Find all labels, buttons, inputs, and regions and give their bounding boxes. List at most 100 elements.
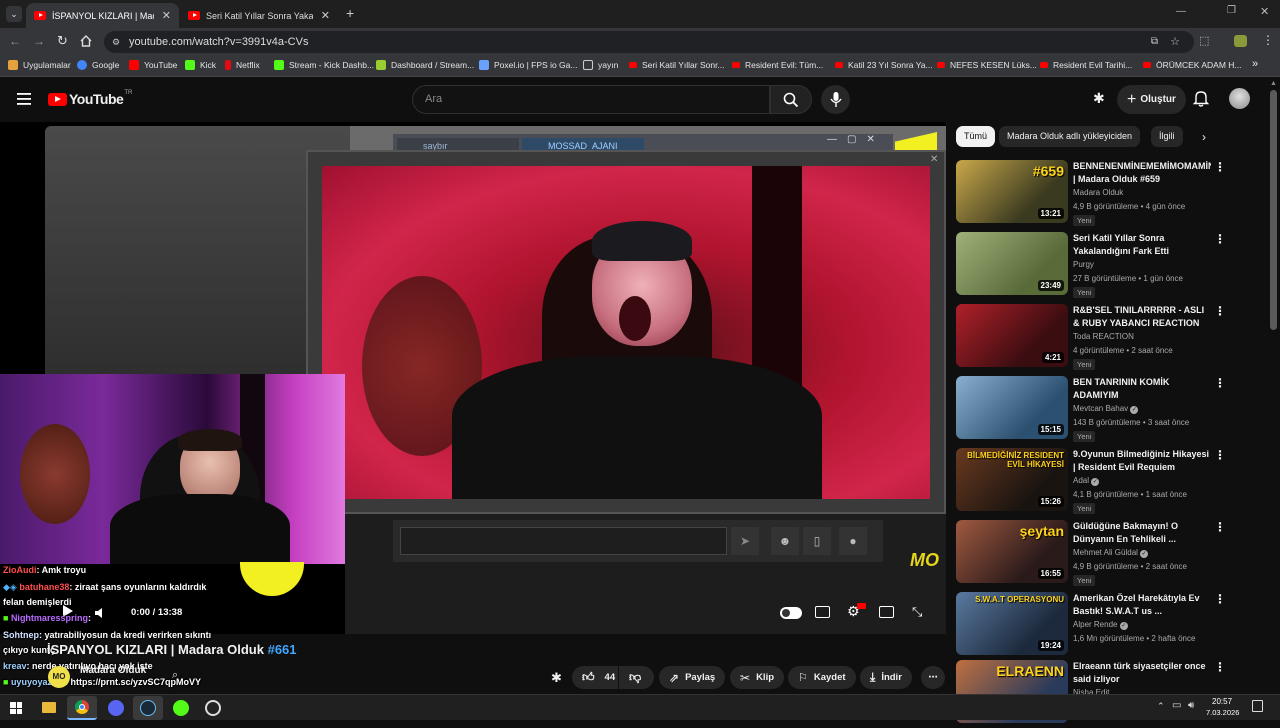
dislike-button[interactable]: 👎︎ (619, 666, 654, 689)
recommendation-title[interactable]: Elraeann türk siyasetçiler once said izl… (1073, 660, 1211, 686)
xbox-icon[interactable] (173, 700, 189, 716)
more-options-icon[interactable]: ⋮ (1214, 520, 1226, 534)
more-options-icon[interactable]: ⋮ (1214, 232, 1226, 246)
bookmark-item[interactable]: Resident Evil: Tüm... (732, 60, 823, 70)
save-button[interactable]: ⚐ Kaydet (788, 666, 856, 689)
profile-extension-icon[interactable] (1234, 35, 1247, 47)
fullscreen-icon[interactable]: ⤡ (912, 604, 922, 620)
recommendation-item[interactable]: 15:15 BEN TANRININ KOMİK ADAMIYIM Mevtcan … (956, 376, 1226, 444)
clock-date[interactable]: 7.03.2026 (1206, 708, 1239, 717)
more-options-icon[interactable]: ⋮ (1214, 660, 1226, 674)
recommendation-channel[interactable]: Adal ✓ (1073, 476, 1100, 486)
party-popper-icon[interactable]: ✱ (1093, 90, 1105, 107)
bookmark-item[interactable]: Netflix (225, 60, 260, 70)
video-player[interactable]: saybır MOSSAD_AJANI —▢✕ ✕ ➤ ☻ ▯ ● MO 0:0… (0, 122, 946, 634)
scroll-up-arrow-icon[interactable]: ▲ (1270, 80, 1277, 87)
page-scrollbar[interactable] (1270, 90, 1277, 330)
recommendation-title[interactable]: Amerikan Özel Harekâtıyla Ev Bastık! S.W… (1073, 592, 1211, 618)
more-actions-button[interactable]: ⋯ (921, 666, 945, 689)
install-app-icon[interactable]: ⧉ (1151, 31, 1158, 53)
bookmark-item[interactable]: Poxel.io | FPS io Ga... (479, 60, 577, 70)
extensions-icon[interactable]: ⬚ (1199, 34, 1209, 47)
recommendation-title[interactable]: 9.Oyunun Bilmediğiniz Hikayesi | Residen… (1073, 448, 1211, 474)
bookmark-item[interactable]: YouTube (129, 60, 177, 70)
forward-arrow-icon[interactable]: → (33, 34, 45, 48)
network-icon[interactable]: ▭ (1172, 700, 1181, 711)
bookmark-star-icon[interactable]: ☆ (1170, 31, 1180, 53)
more-options-icon[interactable]: ⋮ (1214, 160, 1226, 174)
like-button[interactable]: 👍︎ 44 (572, 666, 618, 689)
tab-youtube-active[interactable]: İSPANYOL KIZLARI | Madara Olduk #661 - Y… (26, 3, 179, 28)
notification-center-icon[interactable] (1252, 700, 1263, 712)
bookmark-item[interactable]: Dashboard / Stream... (376, 60, 474, 70)
youtube-logo[interactable]: YouTube TR (48, 90, 132, 107)
video-thumbnail[interactable]: BİLMEDİĞİNİZ RESIDENT EVİL HİKAYESİ 15:26 (956, 448, 1068, 511)
bookmark-item[interactable]: yayın (583, 60, 618, 70)
reload-icon[interactable]: ↻ (57, 33, 68, 49)
channel-bell-icon[interactable]: ⌕ (172, 669, 178, 682)
video-thumbnail[interactable]: şeytan 16:55 (956, 520, 1068, 583)
recommendation-item[interactable]: BİLMEDİĞİNİZ RESIDENT EVİL HİKAYESİ 15:26… (956, 448, 1226, 516)
site-info-icon[interactable]: ⚙ (112, 31, 120, 53)
recommendation-channel[interactable]: Toda REACTION (1073, 332, 1134, 341)
tab-youtube-second[interactable]: Seri Katil Yıllar Sonra Yakalandığı... ✕ (180, 3, 338, 28)
recommendation-item[interactable]: şeytan 16:55 Güldüğüne Bakmayın! O Dünyanı… (956, 520, 1226, 588)
channel-avatar[interactable]: MO (48, 666, 70, 688)
new-tab-button[interactable]: + (346, 5, 354, 21)
bookmark-item[interactable]: Resident Evil Tarihi... (1040, 60, 1132, 70)
back-arrow-icon[interactable]: ← (9, 34, 21, 48)
restore-window-icon[interactable]: ❐ (1227, 5, 1236, 16)
browser-menu-icon[interactable]: ⋮ (1262, 33, 1274, 47)
recommendation-item[interactable]: 4:21 R&B'SEL TINILARRRRR - ASLI & RUBY YA… (956, 304, 1226, 372)
search-input[interactable]: Ara (412, 85, 770, 114)
recommendation-title[interactable]: BEN TANRININ KOMİK ADAMIYIM (1073, 376, 1211, 402)
party-popper-icon[interactable]: ✱ (551, 670, 562, 686)
recommendation-channel[interactable]: Mehmet Ali Güldal ✓ (1073, 548, 1149, 558)
more-options-icon[interactable]: ⋮ (1214, 376, 1226, 390)
more-options-icon[interactable]: ⋮ (1214, 592, 1226, 606)
video-thumbnail[interactable]: 4:21 (956, 304, 1068, 367)
bookmark-item[interactable]: Seri Katil Yıllar Sonr... (629, 60, 725, 70)
channel-name[interactable]: Madara Olduk (80, 665, 146, 676)
bookmark-item[interactable]: ÖRÜMCEK ADAM H... (1143, 60, 1241, 70)
video-thumbnail[interactable]: 15:15 (956, 376, 1068, 439)
close-tab-icon[interactable]: ✕ (321, 9, 330, 22)
recommendation-title[interactable]: Güldüğüne Bakmayın! O Dünyanın En Tehlik… (1073, 520, 1211, 546)
file-explorer-icon[interactable] (42, 702, 56, 713)
recommendation-title[interactable]: R&B'SEL TINILARRRRR - ASLI & RUBY YABANC… (1073, 304, 1211, 330)
autoplay-toggle[interactable] (780, 607, 802, 619)
close-window-icon[interactable]: ✕ (1260, 5, 1269, 18)
video-thumbnail[interactable]: #659 13:21 (956, 160, 1068, 223)
clock-time[interactable]: 20:57 (1212, 697, 1232, 706)
hashtag-link[interactable]: #661 (268, 642, 297, 657)
create-button[interactable]: + Oluştur (1117, 85, 1186, 114)
tab-list-button[interactable]: ⌄ (6, 6, 22, 22)
avatar[interactable] (1229, 88, 1250, 109)
close-tab-icon[interactable]: ✕ (162, 9, 171, 22)
more-bookmarks-button[interactable]: » (1252, 58, 1258, 70)
volume-icon[interactable] (94, 606, 108, 618)
search-button[interactable] (770, 85, 812, 114)
recommendation-channel[interactable]: Mevtcan Bahav ✓ (1073, 404, 1139, 414)
recommendation-item[interactable]: 23:49 Seri Katil Yıllar Sonra Yakalandığı… (956, 232, 1226, 300)
bookmark-item[interactable]: Stream - Kick Dashb... (274, 60, 374, 70)
home-icon[interactable] (80, 34, 92, 47)
speaker-icon[interactable]: 🔊︎ (1188, 700, 1194, 711)
recommendation-item[interactable]: #659 13:21 BENNENENMİNEMEMİMOMAMİNİ | Mada… (956, 160, 1226, 228)
recommendation-item[interactable]: S.W.A.T OPERASYONU 19:24 Amerikan Özel Har… (956, 592, 1226, 660)
windows-start-icon[interactable] (10, 702, 22, 714)
bookmark-item[interactable]: NEFES KESEN Lüks... (937, 60, 1037, 70)
chip-related[interactable]: İlgili (1151, 126, 1183, 147)
recommendation-title[interactable]: Seri Katil Yıllar Sonra Yakalandığını Fa… (1073, 232, 1211, 258)
chip-from-uploader[interactable]: Madara Olduk adlı yükleyiciden (999, 126, 1141, 147)
chip-all[interactable]: Tümü (956, 126, 996, 147)
video-thumbnail[interactable]: 23:49 (956, 232, 1068, 295)
minimize-window-icon[interactable]: — (1176, 6, 1186, 17)
recommendation-channel[interactable]: Purgy (1073, 260, 1094, 269)
more-options-icon[interactable]: ⋮ (1214, 448, 1226, 462)
share-button[interactable]: ⇗ Paylaş (659, 666, 726, 689)
bookmark-item[interactable]: Katil 23 Yıl Sonra Ya... (835, 60, 933, 70)
more-options-icon[interactable]: ⋮ (1214, 304, 1226, 318)
bookmark-item[interactable]: Kick (185, 60, 216, 70)
obs-icon[interactable] (205, 700, 221, 716)
